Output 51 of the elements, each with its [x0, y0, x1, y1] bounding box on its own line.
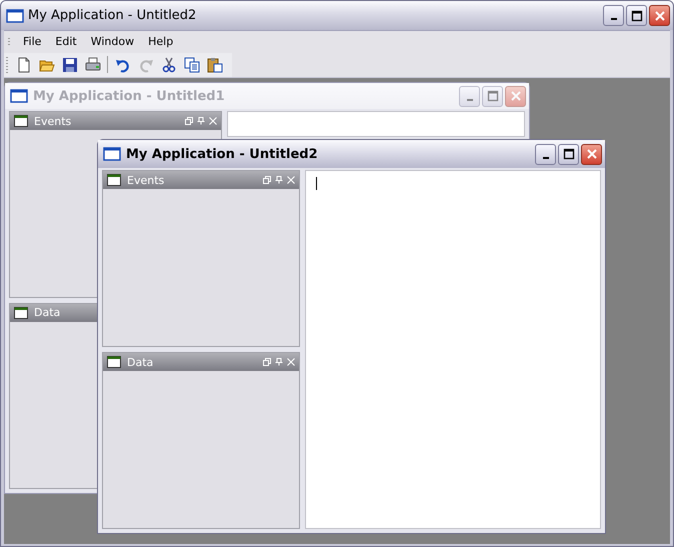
printer-icon — [84, 56, 100, 72]
window-icon — [107, 174, 121, 186]
maximize-icon — [562, 148, 574, 160]
pin-icon[interactable] — [275, 358, 283, 366]
float-icon[interactable] — [263, 358, 271, 366]
window-title: My Application - Untitled2 — [126, 146, 319, 162]
maximize-icon — [486, 90, 498, 102]
window-title: My Application - Untitled1 — [33, 88, 226, 104]
close-icon[interactable] — [287, 358, 295, 366]
clipboard-icon — [206, 56, 222, 72]
float-icon[interactable] — [185, 117, 193, 125]
close-icon[interactable] — [209, 117, 217, 125]
close-icon — [510, 90, 522, 102]
maximize-icon — [630, 10, 642, 22]
minimize-icon — [466, 98, 472, 100]
grip-handle[interactable] — [6, 56, 8, 72]
pin-icon[interactable] — [197, 117, 205, 125]
minimize-button[interactable] — [603, 5, 624, 26]
window-icon — [10, 89, 28, 103]
scissors-icon — [160, 56, 176, 72]
float-icon[interactable] — [263, 176, 271, 184]
page-icon — [16, 56, 32, 72]
close-icon — [586, 148, 598, 160]
panel-title: Events — [127, 174, 166, 186]
window-icon — [14, 306, 28, 318]
window-icon — [103, 147, 121, 161]
panel-title: Data — [34, 306, 62, 319]
window-icon — [6, 8, 24, 22]
minimize-button[interactable] — [535, 144, 556, 164]
menu-item[interactable]: File — [16, 35, 48, 48]
maximize-button[interactable] — [558, 144, 579, 164]
menu-item[interactable]: Edit — [48, 35, 84, 48]
close-icon — [654, 10, 666, 22]
window-icon — [107, 356, 121, 368]
close-icon[interactable] — [287, 176, 295, 184]
text-caret — [316, 177, 317, 190]
window-icon — [14, 115, 28, 127]
menu-item[interactable]: Window — [84, 35, 142, 48]
window-title: My Application - Untitled2 — [28, 8, 198, 23]
close-button[interactable] — [649, 5, 670, 26]
minimize-icon — [542, 156, 548, 158]
pin-icon[interactable] — [275, 176, 283, 184]
copy-icon — [184, 56, 200, 72]
menu-item[interactable]: Help — [141, 35, 180, 48]
close-button[interactable] — [581, 144, 602, 164]
panel-title: Data — [127, 356, 154, 368]
minimize-icon — [610, 18, 616, 20]
text-area[interactable] — [227, 111, 525, 137]
panel-title: Events — [34, 114, 72, 128]
grip-handle[interactable] — [8, 38, 10, 46]
maximize-button[interactable] — [626, 5, 647, 26]
